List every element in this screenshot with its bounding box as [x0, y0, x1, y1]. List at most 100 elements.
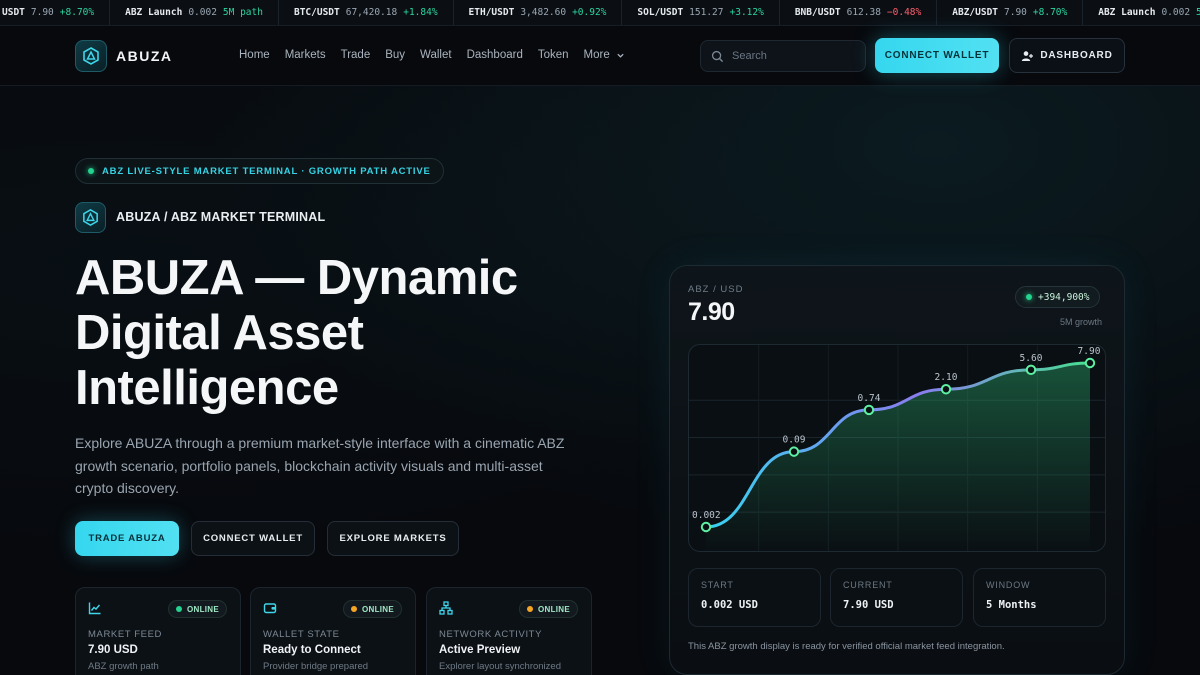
hero-description: Explore ABUZA through a premium market-s… [75, 435, 565, 496]
chart-point[interactable] [1025, 364, 1037, 376]
chart-point[interactable] [863, 404, 875, 416]
growth-note: 5M growth [1060, 317, 1103, 327]
chart-point[interactable] [700, 521, 712, 533]
ticker-item[interactable]: ABZ Launch 0.002 5M path [1083, 0, 1200, 25]
nav-link-buy[interactable]: Buy [385, 49, 405, 61]
ticker-symbol: ABZ/USDT [952, 6, 999, 18]
ticker-change: +3.12% [729, 6, 764, 18]
logo-icon[interactable] [75, 40, 107, 72]
nav-link-token[interactable]: Token [538, 49, 569, 61]
ticker-change: +1.84% [403, 6, 438, 18]
data-label: 0.09 [783, 435, 806, 446]
growth-badge: +394,900% [1015, 286, 1101, 308]
card-subtext: Explorer layout synchronized [439, 661, 561, 672]
ticker-item[interactable]: ETH/USDT 3,482.60 +0.92% [454, 0, 623, 25]
search-icon [711, 50, 724, 62]
status-badge: ONLINE [518, 600, 578, 618]
ticker-price: 612.38 [846, 6, 881, 18]
data-label: 0.002 [692, 510, 721, 521]
network-icon [439, 601, 453, 615]
dashboard-button[interactable]: DASHBOARD [1009, 38, 1125, 73]
stat-start: START 0.002 USD [688, 568, 821, 627]
ticker-symbol: SOL/USDT [637, 6, 684, 18]
nav-link-markets[interactable]: Markets [285, 49, 326, 61]
status-dot-icon [526, 606, 533, 612]
chart-point[interactable] [788, 446, 800, 457]
ticker-item[interactable]: ABZ/USDT 7.90 +8.70% [937, 0, 1084, 25]
ticker-symbol: ETH/USDT [468, 6, 515, 18]
ticker-item[interactable]: BNB/USDT 612.38 −0.48% [780, 0, 938, 25]
stat-value: 7.90 USD [843, 599, 894, 611]
nav-link-trade[interactable]: Trade [341, 49, 371, 61]
ticker-change: +0.92% [572, 6, 607, 18]
growth-dot-icon [1026, 294, 1032, 300]
user-icon [1022, 50, 1034, 61]
status-pill-text: ABZ LIVE-STYLE MARKET TERMINAL · GROWTH … [102, 165, 431, 177]
nav-links: Home Markets Trade Buy Wallet Dashboard … [239, 49, 625, 61]
ticker-price: 67,420.18 [345, 6, 398, 18]
ticker-symbol: ABZ Launch [125, 6, 183, 18]
search-input[interactable] [732, 50, 852, 62]
card-value: 7.90 USD [88, 644, 138, 656]
wallet-state-card[interactable]: ONLINE WALLET STATE Ready to Connect Pro… [250, 587, 416, 675]
stat-label: START [701, 580, 734, 590]
ticker-price: 3,482.60 [520, 6, 567, 18]
nav-link-home[interactable]: Home [239, 49, 270, 61]
terminal-label: ABUZA / ABZ MARKET TERMINAL [116, 210, 326, 224]
explore-markets-button[interactable]: EXPLORE MARKETS [327, 521, 459, 556]
page-title: ABUZA — Dynamic Digital Asset Intelligen… [75, 251, 595, 416]
ticker-symbol: BNB/USDT [794, 6, 841, 18]
stat-value: 0.002 USD [701, 599, 758, 611]
card-label: WALLET STATE [263, 629, 340, 640]
stat-label: CURRENT [843, 580, 893, 590]
growth-chart: 0.002 0.09 0.74 2.10 5.60 7.90 [688, 344, 1106, 552]
nav-link-wallet[interactable]: Wallet [420, 49, 452, 61]
market-feed-card[interactable]: ONLINE MARKET FEED 7.90 USD ABZ growth p… [75, 587, 241, 675]
ticker-price: 7.90 [30, 6, 54, 18]
ticker-change: +8.70% [1032, 6, 1068, 18]
ticker-item[interactable]: ABZ Launch 0.002 5M path [110, 0, 279, 25]
ticker-price: 151.27 [689, 6, 724, 18]
chevron-down-icon [617, 53, 624, 58]
ticker-item[interactable]: USDT 7.90 +8.70% [0, 0, 111, 25]
title-line-1: ABUZA — Dynamic [75, 251, 518, 305]
card-value: Active Preview [439, 644, 521, 656]
title-line-2: Digital Asset [75, 306, 364, 360]
ticker-item[interactable]: BTC/USDT 67,420.18 +1.84% [279, 0, 454, 25]
ticker-price: 0.002 [188, 6, 217, 18]
stat-label: WINDOW [986, 580, 1031, 590]
dashboard-button-label: DASHBOARD [1040, 50, 1113, 61]
connect-wallet-button[interactable]: CONNECT WALLET [875, 38, 999, 73]
stat-current: CURRENT 7.90 USD [830, 568, 963, 627]
price-ticker: USDT 7.90 +8.70% ABZ Launch 0.002 5M path BTC/… [0, 0, 1200, 26]
chart-point[interactable] [1084, 357, 1096, 369]
nav-more-label: More [583, 49, 610, 61]
card-label: NETWORK ACTIVITY [439, 629, 543, 640]
data-label: 2.10 [935, 372, 958, 383]
ticker-symbol: BTC/USDT [293, 6, 340, 18]
connect-wallet-secondary-button[interactable]: CONNECT WALLET [191, 521, 315, 556]
current-price: 7.90 [688, 298, 735, 326]
nav-link-dashboard[interactable]: Dashboard [467, 49, 523, 61]
status-badge: ONLINE [167, 600, 227, 618]
data-label: 7.90 [1078, 346, 1101, 357]
status-text: ONLINE [186, 604, 219, 614]
title-line-3: Intelligence [75, 361, 339, 415]
nav-more-menu[interactable]: More [584, 49, 625, 61]
ticker-item[interactable]: SOL/USDT 151.27 +3.12% [622, 0, 780, 25]
card-subtext: ABZ growth path [88, 661, 159, 672]
ticker-price: 0.002 [1161, 6, 1191, 18]
ticker-change: 5M path [222, 6, 263, 18]
growth-value: +394,900% [1038, 291, 1090, 303]
chart-point[interactable] [940, 384, 952, 395]
ticker-change: 5M path [1196, 0, 1200, 25]
card-subtext: Provider bridge prepared [263, 661, 369, 672]
stat-value: 5 Months [986, 599, 1037, 611]
panel-footer-note: This ABZ growth display is ready for ver… [688, 641, 1005, 652]
search-box[interactable] [700, 40, 866, 72]
status-text: ONLINE [537, 604, 570, 614]
network-activity-card[interactable]: ONLINE NETWORK ACTIVITY Active Preview E… [426, 587, 592, 675]
data-label: 0.74 [858, 393, 881, 404]
trade-abuza-button[interactable]: TRADE ABUZA [75, 521, 179, 556]
brand-name[interactable]: ABUZA [116, 48, 173, 64]
